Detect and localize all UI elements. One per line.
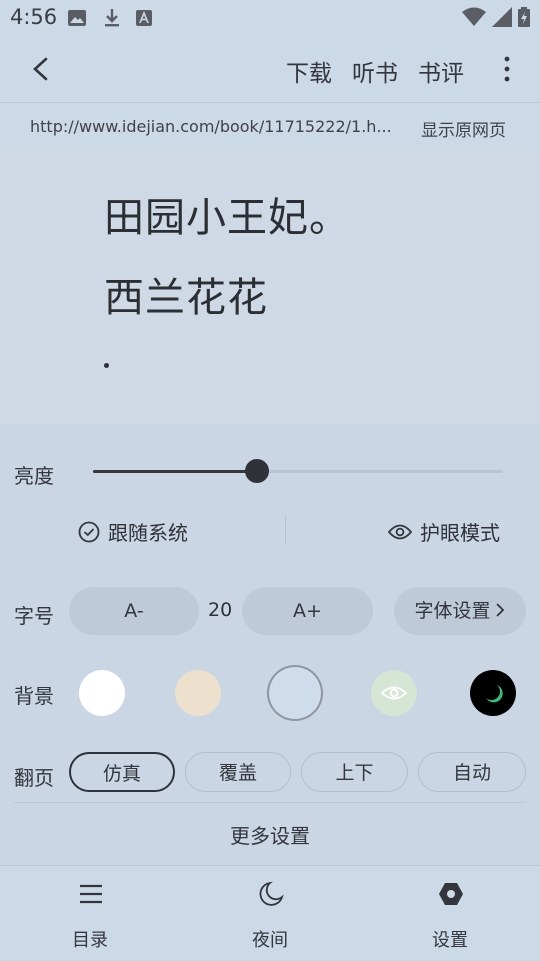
- menu-list-icon: [80, 884, 102, 904]
- vertical-separator: [285, 515, 286, 545]
- nav-settings[interactable]: 设置: [390, 866, 510, 961]
- top-bar: 下载 听书 书评: [0, 36, 540, 102]
- listen-button[interactable]: 听书: [352, 54, 398, 88]
- source-url: http://www.idejian.com/book/11715222/1.h…: [30, 117, 392, 136]
- page-turn-label: 翻页: [14, 766, 54, 790]
- status-bar: 4:56: [0, 0, 540, 36]
- brightness-slider-thumb[interactable]: [245, 459, 269, 483]
- moon-icon: [259, 881, 284, 906]
- back-button[interactable]: [26, 52, 56, 86]
- text-dot: [104, 363, 109, 368]
- nav-toc-label: 目录: [72, 930, 108, 951]
- more-settings-button[interactable]: 更多设置: [0, 820, 540, 849]
- brightness-label: 亮度: [14, 464, 54, 488]
- eye-icon: [388, 524, 412, 539]
- battery-icon: [518, 7, 530, 31]
- more-vertical-icon: [504, 56, 510, 82]
- url-bar: http://www.idejian.com/book/11715222/1.h…: [0, 103, 540, 147]
- panel-divider: [14, 802, 526, 803]
- turn-mode-auto[interactable]: 自动: [418, 752, 526, 792]
- image-icon: [68, 10, 86, 31]
- status-right: [462, 7, 530, 31]
- font-size-label: 字号: [14, 604, 54, 628]
- review-button[interactable]: 书评: [418, 54, 464, 88]
- more-button[interactable]: [494, 54, 520, 84]
- background-dark-swatch[interactable]: [470, 670, 516, 716]
- background-white-swatch[interactable]: [79, 670, 125, 716]
- font-decrease-button[interactable]: A-: [69, 587, 199, 635]
- signal-icon: [492, 7, 512, 31]
- status-time: 4:56: [10, 5, 58, 29]
- book-author: 西兰花花: [104, 275, 268, 321]
- turn-mode-cover[interactable]: 覆盖: [185, 752, 291, 792]
- chevron-left-icon: [33, 57, 48, 81]
- nav-night-label: 夜间: [252, 930, 288, 951]
- bottom-nav: 目录 夜间 设置: [0, 865, 540, 961]
- font-settings-button[interactable]: 字体设置: [394, 587, 526, 635]
- background-blue-swatch[interactable]: [269, 667, 321, 719]
- hexagon-settings-icon: [439, 883, 463, 905]
- show-original-link[interactable]: 显示原网页: [421, 116, 506, 141]
- check-circle-icon: [78, 521, 100, 542]
- book-title: 田园小王妃。: [104, 195, 350, 241]
- wifi-icon: [462, 7, 486, 31]
- text-a-icon: [136, 10, 152, 31]
- eye-mode-label: 护眼模式: [420, 521, 500, 545]
- nav-night[interactable]: 夜间: [210, 866, 330, 961]
- background-green-eye-swatch[interactable]: [371, 670, 417, 716]
- follow-system-toggle[interactable]: 跟随系统: [78, 517, 188, 546]
- turn-mode-simulation[interactable]: 仿真: [69, 752, 175, 792]
- settings-panel: 亮度 跟随系统 护眼模式 字号 A- 20 A+ 字体设置 背景 翻页 仿真 覆…: [0, 425, 540, 865]
- font-settings-label: 字体设置: [414, 600, 491, 622]
- moon-icon: [486, 685, 503, 703]
- font-increase-button[interactable]: A+: [242, 587, 373, 635]
- reading-content: 田园小王妃。 西兰花花: [0, 147, 540, 425]
- nav-settings-label: 设置: [432, 930, 468, 951]
- background-label: 背景: [14, 684, 54, 708]
- brightness-slider-fill: [93, 470, 257, 473]
- download-icon: [103, 8, 121, 33]
- eye-icon: [380, 686, 408, 700]
- chevron-right-icon: [495, 603, 504, 617]
- font-size-value: 20: [208, 599, 233, 621]
- eye-mode-toggle[interactable]: 护眼模式: [388, 517, 500, 546]
- download-button[interactable]: 下载: [286, 54, 332, 88]
- follow-system-label: 跟随系统: [108, 521, 188, 545]
- background-beige-swatch[interactable]: [175, 670, 221, 716]
- nav-toc[interactable]: 目录: [30, 866, 150, 961]
- turn-mode-scroll[interactable]: 上下: [301, 752, 408, 792]
